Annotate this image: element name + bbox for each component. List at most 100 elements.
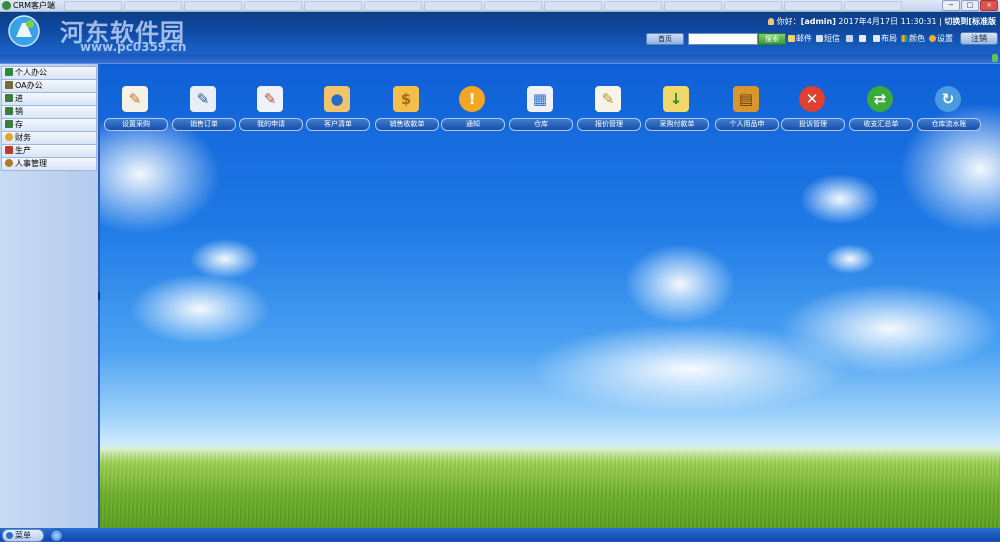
background-window-tab[interactable] [184, 1, 242, 11]
menu-icon [6, 532, 13, 539]
search-button[interactable]: 搜索 [758, 33, 786, 45]
app-label: 仓库流水账 [917, 118, 981, 131]
stock-icon [5, 120, 13, 128]
finance-icon [5, 133, 13, 141]
current-date: 2017年4月17日 [838, 17, 899, 26]
app-tile-notice[interactable]: ! 通知 [437, 86, 507, 134]
app-tile-purchase-setup[interactable]: ✎ 设置采购 [100, 86, 170, 134]
sidebar-item-personal-office[interactable]: 个人办公 [1, 66, 97, 80]
document-pencil-icon: ✎ [122, 86, 148, 112]
app-tile-warehouse[interactable]: ▦ 仓库 [505, 86, 575, 134]
app-label: 销售收款单 [375, 118, 439, 131]
color-label: 颜色 [909, 34, 925, 43]
background-window-tab[interactable] [724, 1, 782, 11]
layout-button[interactable]: 布局 [873, 33, 897, 44]
sidebar-item-label: OA办公 [15, 81, 43, 90]
grass-texture [100, 453, 1000, 528]
form-icon: ✎ [257, 86, 283, 112]
sidebar-item-oa-office[interactable]: OA办公 [1, 79, 97, 93]
background-window-tab[interactable] [244, 1, 302, 11]
app-tile-warehouse-ledger[interactable]: ↻ 仓库流水账 [913, 86, 983, 134]
app-tile-sales-order[interactable]: ✎ 销售订单 [168, 86, 238, 134]
background-window-tab[interactable] [844, 1, 902, 11]
app-label: 我的申请 [239, 118, 303, 131]
app-tile-customer-list[interactable]: ● 客户清单 [302, 86, 372, 134]
sms-button[interactable]: 短信 [816, 33, 840, 44]
logout-button[interactable]: 注销 [960, 32, 998, 45]
sms-label: 短信 [824, 34, 840, 43]
sidebar: 个人办公 OA办公 进 销 存 财务 生产 人事管理 [0, 64, 100, 528]
maximize-button[interactable]: □ [961, 0, 979, 11]
app-tile-income-expense-summary[interactable]: ⇄ 收支汇总单 [845, 86, 915, 134]
sales-icon [5, 107, 13, 115]
color-button[interactable]: 颜色 [901, 33, 925, 44]
cloud-decoration [780, 284, 1000, 374]
sidebar-item-finance[interactable]: 财务 [1, 131, 97, 145]
background-window-tab[interactable] [544, 1, 602, 11]
notes-button[interactable] [859, 33, 867, 44]
cloud-decoration [130, 274, 270, 344]
app-label: 设置采购 [104, 118, 168, 131]
sound-button[interactable] [846, 33, 854, 44]
sidebar-item-stock[interactable]: 存 [1, 118, 97, 132]
app-tile-sales-receipt[interactable]: $ 销售收款单 [371, 86, 441, 134]
background-window-tab[interactable] [424, 1, 482, 11]
app-tile-quote-management[interactable]: ✎ 报价管理 [573, 86, 643, 134]
background-window-tab[interactable] [124, 1, 182, 11]
sidebar-item-sales[interactable]: 销 [1, 105, 97, 119]
quote-icon: ✎ [595, 86, 621, 112]
sidebar-item-inbound[interactable]: 进 [1, 92, 97, 106]
cancel-icon: ✕ [799, 86, 825, 112]
document-icon [5, 81, 13, 89]
background-window-tab[interactable] [664, 1, 722, 11]
sidebar-item-hr[interactable]: 人事管理 [1, 157, 97, 171]
app-tile-complaint-management[interactable]: ✕ 投诉管理 [777, 86, 847, 134]
home-button[interactable]: 首页 [646, 33, 684, 45]
sidebar-item-production[interactable]: 生产 [1, 144, 97, 158]
desktop-area: ✎ 设置采购 ✎ 销售订单 ✎ 我的申请 ● 客户清单 $ 销售收款单 ! 通知… [100, 64, 1000, 528]
alert-icon: ! [459, 86, 485, 112]
user-status-line: 你好：[admin] 2017年4月17日 11:30:31 | 切换到[标准版 [767, 16, 996, 27]
background-window-tab[interactable] [784, 1, 842, 11]
settings-button[interactable]: 设置 [929, 33, 953, 44]
app-tile-purchase-payment[interactable]: ↓ 采购付款单 [641, 86, 711, 134]
background-window-tab[interactable] [604, 1, 662, 11]
logo-icon [8, 15, 40, 47]
note-icon [859, 35, 866, 42]
background-window-tab[interactable] [364, 1, 422, 11]
browser-icon[interactable] [50, 529, 63, 542]
cycle-icon: ↻ [935, 86, 961, 112]
warehouse-icon: ▦ [527, 86, 553, 112]
app-label: 采购付款单 [645, 118, 709, 131]
header-strip [0, 54, 1000, 64]
search-input[interactable] [688, 33, 758, 45]
mail-icon [788, 35, 795, 42]
sidebar-item-label: 进 [15, 94, 23, 103]
app-label: 个人用品申 [715, 118, 779, 131]
app-tile-personal-supplies[interactable]: ▤ 个人用品申 [711, 86, 781, 134]
background-window-tab[interactable] [484, 1, 542, 11]
app-icon [2, 1, 11, 10]
production-icon [5, 146, 13, 154]
notepad-icon: ✎ [190, 86, 216, 112]
username: [admin] [800, 17, 836, 26]
app-tile-my-application[interactable]: ✎ 我的申请 [235, 86, 305, 134]
sidebar-item-label: 人事管理 [15, 159, 47, 168]
coins-icon: $ [393, 86, 419, 112]
app-label: 通知 [441, 118, 505, 131]
minimize-button[interactable]: − [942, 0, 960, 11]
header-toolbar: 首页 搜索 邮件 短信 布局 颜色 设置 注销 [646, 32, 998, 45]
pencil-icon [5, 68, 13, 76]
start-menu-button[interactable]: 菜单 [2, 529, 44, 542]
background-window-tab[interactable] [304, 1, 362, 11]
background-window-tab[interactable] [64, 1, 122, 11]
app-label: 投诉管理 [781, 118, 845, 131]
mail-button[interactable]: 邮件 [788, 33, 812, 44]
sms-icon [816, 35, 823, 42]
window-title: CRM客户端 [13, 1, 56, 10]
switch-edition-link[interactable]: 切换到[标准版 [944, 17, 996, 26]
refresh-icon[interactable] [992, 54, 998, 62]
start-menu-label: 菜单 [15, 531, 31, 540]
cloud-decoration [190, 239, 260, 279]
close-button[interactable]: × [980, 0, 998, 11]
